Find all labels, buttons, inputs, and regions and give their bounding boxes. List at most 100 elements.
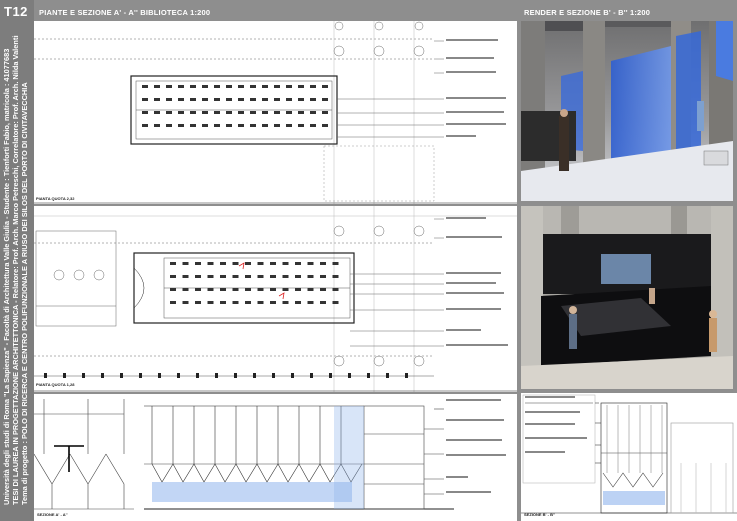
column-mark: [367, 373, 370, 378]
reading-table: [207, 262, 214, 265]
reading-table: [170, 275, 176, 278]
reading-table: [270, 301, 276, 304]
column-mark: [386, 373, 389, 378]
reading-table: [178, 98, 184, 101]
reading-table: [270, 262, 276, 265]
column-mark: [196, 373, 199, 378]
reading-table: [274, 111, 280, 114]
plan-upper-label: PIANTA QUOTA 2,32: [36, 196, 75, 201]
column-mark: [139, 373, 142, 378]
reading-table: [166, 124, 172, 127]
reading-table: [245, 262, 251, 265]
reading-table: [166, 111, 172, 114]
reading-table: [320, 301, 326, 304]
reading-table: [166, 98, 172, 101]
column-mark: [405, 373, 408, 378]
column-mark: [120, 373, 123, 378]
column-mark: [253, 373, 256, 378]
reading-table: [295, 288, 301, 291]
column-mark: [158, 373, 161, 378]
reading-table: [232, 275, 239, 278]
left-section-header: PIANTE E SEZIONE A' - A'' BIBLIOTECA 1:2…: [39, 8, 211, 17]
reading-table: [154, 111, 160, 114]
reading-table: [307, 301, 314, 304]
column-mark: [101, 373, 104, 378]
reading-table: [166, 85, 172, 88]
reading-table: [214, 85, 220, 88]
render-interior-blue-image: [521, 21, 733, 201]
reading-table: [178, 85, 184, 88]
reading-table: [322, 111, 328, 114]
reading-table: [310, 98, 316, 101]
reading-table: [195, 301, 201, 304]
reading-table: [274, 85, 280, 88]
reading-table: [274, 124, 280, 127]
reading-table: [232, 301, 239, 304]
reading-table: [220, 262, 226, 265]
plan-lower-drawing: [34, 206, 517, 392]
reading-table: [195, 288, 201, 291]
reading-table: [238, 111, 244, 114]
reading-table: [282, 262, 289, 265]
title-line-university: Università degli studi di Roma "La Sapie…: [2, 48, 11, 505]
reading-table: [262, 98, 268, 101]
reading-table: [226, 85, 232, 88]
reading-table: [245, 288, 251, 291]
reading-table: [307, 288, 314, 291]
reading-table: [202, 111, 208, 114]
section-b-panel: SEZIONE B' - B'': [521, 393, 737, 521]
reading-table: [220, 288, 226, 291]
reading-table: [182, 301, 189, 304]
section-a-drawing: [34, 399, 506, 510]
reading-table: [195, 262, 201, 265]
reading-table: [257, 301, 264, 304]
reading-table: [202, 85, 208, 88]
reading-table: [307, 262, 314, 265]
reading-table: [307, 275, 314, 278]
reading-table: [298, 124, 304, 127]
section-a-label: SEZIONE A' - A'': [37, 512, 68, 517]
reading-table: [257, 288, 264, 291]
render-interior-dark-image: [521, 206, 733, 389]
reading-table: [182, 275, 189, 278]
reading-table: [245, 275, 251, 278]
reading-table: [282, 301, 289, 304]
column-mark: [82, 373, 85, 378]
reading-table: [262, 111, 268, 114]
reading-table: [250, 124, 256, 127]
silo-hopper: [172, 463, 195, 483]
reading-table: [154, 124, 160, 127]
reading-table: [262, 124, 268, 127]
reading-table: [182, 288, 189, 291]
plan-lower-panel: PIANTA QUOTA 1,28: [34, 206, 517, 392]
reading-table: [257, 262, 264, 265]
silo-hopper: [256, 463, 279, 483]
reading-table: [170, 262, 176, 265]
column-mark: [63, 373, 66, 378]
reading-table: [142, 124, 148, 127]
column-mark: [272, 373, 275, 378]
reading-table: [190, 124, 196, 127]
plan-lower-label: PIANTA QUOTA 1,28: [36, 382, 75, 387]
reading-table: [238, 98, 244, 101]
column-mark: [215, 373, 218, 378]
reading-table: [207, 275, 214, 278]
reading-table: [154, 98, 160, 101]
reading-table: [298, 111, 304, 114]
column-mark: [291, 373, 294, 378]
reading-table: [310, 111, 316, 114]
reading-table: [170, 301, 176, 304]
reading-table: [238, 124, 244, 127]
reading-table: [226, 111, 232, 114]
reading-table: [226, 124, 232, 127]
reading-table: [190, 98, 196, 101]
section-b-drawing: [521, 394, 737, 514]
reading-table: [332, 301, 339, 304]
reading-table: [238, 85, 244, 88]
reading-table: [207, 288, 214, 291]
reading-table: [190, 111, 196, 114]
silo-hopper: [298, 463, 321, 483]
reading-table: [295, 301, 301, 304]
reading-table: [170, 288, 176, 291]
reading-table: [286, 111, 292, 114]
